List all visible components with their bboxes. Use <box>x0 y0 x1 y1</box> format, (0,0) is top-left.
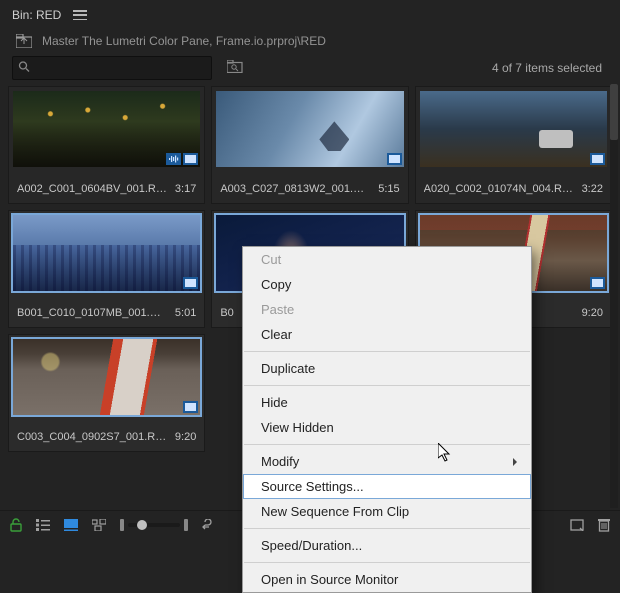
breadcrumb: Master The Lumetri Color Pane, Frame.io.… <box>0 30 620 56</box>
zoom-slider[interactable] <box>120 519 188 531</box>
clip-duration: 5:01 <box>175 307 196 319</box>
clip-item[interactable]: A002_C001_0604BV_001.R3D 3:17 <box>8 86 205 204</box>
sort-icon[interactable] <box>202 519 216 531</box>
scrollbar[interactable] <box>610 84 618 508</box>
clip-item[interactable]: B001_C010_0107MB_001.R3D 5:01 <box>8 210 205 328</box>
toolbar: 4 of 7 items selected <box>0 56 620 86</box>
clip-name: B001_C010_0107MB_001.R3D <box>17 307 167 319</box>
ctx-open-in-source-monitor[interactable]: Open in Source Monitor <box>243 567 531 592</box>
title-bar: Bin: RED <box>0 0 620 30</box>
audio-badge-icon <box>166 153 181 165</box>
list-view-icon[interactable] <box>36 519 50 531</box>
clip-name: A020_C002_01074N_004.R3D <box>424 183 574 195</box>
breadcrumb-path[interactable]: Master The Lumetri Color Pane, Frame.io.… <box>42 34 326 48</box>
clip-duration: 9:20 <box>175 431 196 443</box>
clip-name: A002_C001_0604BV_001.R3D <box>17 183 167 195</box>
ctx-source-settings[interactable]: Source Settings... <box>243 474 531 499</box>
ctx-view-hidden[interactable]: View Hidden <box>243 415 531 440</box>
ctx-paste: Paste <box>243 297 531 322</box>
new-item-icon[interactable] <box>570 518 584 532</box>
video-badge-icon <box>183 401 198 413</box>
video-badge-icon <box>590 277 605 289</box>
trash-icon[interactable] <box>598 518 610 532</box>
search-wrap <box>12 56 212 80</box>
video-badge-icon <box>183 277 198 289</box>
panel-menu-icon[interactable] <box>73 10 87 20</box>
clip-item[interactable]: A003_C027_0813W2_001.R3D 5:15 <box>211 86 408 204</box>
clip-duration: 3:17 <box>175 183 196 195</box>
clip-thumbnail[interactable] <box>13 339 200 415</box>
clip-thumbnail[interactable] <box>13 215 200 291</box>
selection-status: 4 of 7 items selected <box>492 61 608 75</box>
scrollbar-thumb[interactable] <box>610 84 618 140</box>
clip-name: B0 <box>220 307 233 319</box>
freeform-view-icon[interactable] <box>92 519 106 531</box>
clip-item[interactable]: C003_C004_0902S7_001.R3D 9:20 <box>8 334 205 452</box>
clip-thumbnail[interactable] <box>420 91 607 167</box>
ctx-copy[interactable]: Copy <box>243 272 531 297</box>
clip-duration: 9:20 <box>582 307 603 319</box>
ctx-cut: Cut <box>243 247 531 272</box>
ctx-separator <box>244 528 530 529</box>
clip-duration: 3:22 <box>582 183 603 195</box>
ctx-duplicate[interactable]: Duplicate <box>243 356 531 381</box>
video-badge-icon <box>183 153 198 165</box>
ctx-separator <box>244 385 530 386</box>
clip-name: C003_C004_0902S7_001.R3D <box>17 431 167 443</box>
ctx-clear[interactable]: Clear <box>243 322 531 347</box>
clip-duration: 5:15 <box>378 183 399 195</box>
ctx-separator <box>244 351 530 352</box>
clip-name: A003_C027_0813W2_001.R3D <box>220 183 370 195</box>
search-input[interactable] <box>12 56 212 80</box>
ctx-modify[interactable]: Modify <box>243 449 531 474</box>
new-search-bin-icon[interactable] <box>224 57 246 79</box>
video-badge-icon <box>387 153 402 165</box>
ctx-hide[interactable]: Hide <box>243 390 531 415</box>
clip-thumbnail[interactable] <box>13 91 200 167</box>
ctx-separator <box>244 444 530 445</box>
ctx-new-sequence-from-clip[interactable]: New Sequence From Clip <box>243 499 531 524</box>
ctx-speed-duration[interactable]: Speed/Duration... <box>243 533 531 558</box>
context-menu: Cut Copy Paste Clear Duplicate Hide View… <box>242 246 532 593</box>
breadcrumb-up-icon[interactable] <box>16 34 32 48</box>
video-badge-icon <box>590 153 605 165</box>
lock-icon[interactable] <box>10 518 22 532</box>
search-icon <box>18 61 30 76</box>
clip-item[interactable]: A020_C002_01074N_004.R3D 3:22 <box>415 86 612 204</box>
clip-thumbnail[interactable] <box>216 91 403 167</box>
ctx-separator <box>244 562 530 563</box>
bin-title: Bin: RED <box>12 8 61 22</box>
icon-view-icon[interactable] <box>64 519 78 531</box>
